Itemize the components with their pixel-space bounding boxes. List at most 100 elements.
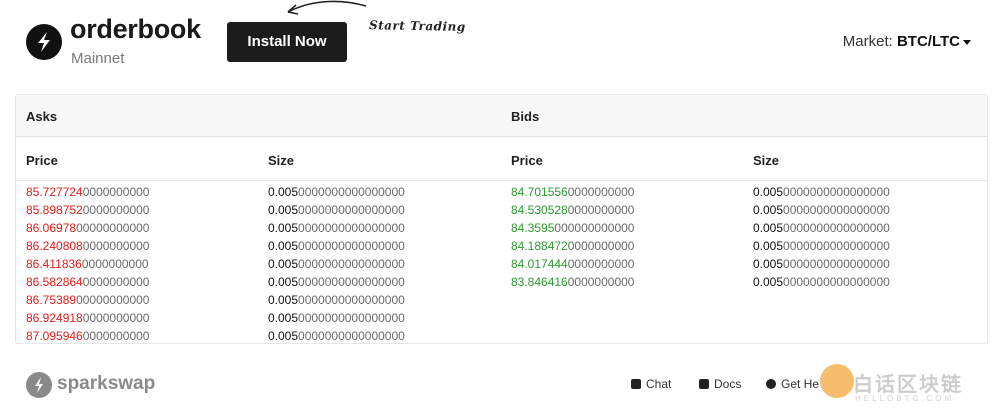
document-icon <box>699 379 709 389</box>
bid-price-trailing-zeros: 0000000000 <box>567 203 635 217</box>
bid-price-cell: 83.8464160000000000 <box>511 273 634 291</box>
ask-price-value: 86.582864 <box>26 275 83 289</box>
footer-docs-label: Docs <box>714 377 742 391</box>
network-label: Mainnet <box>71 50 125 67</box>
start-trading-annotation: Start Trading <box>368 18 466 34</box>
bid-price-value: 84.3595 <box>511 221 555 235</box>
bid-price-trailing-zeros: 0000000000 <box>567 275 635 289</box>
ask-price-trailing-zeros: 0000000000 <box>82 239 150 253</box>
ask-size-cell: 0.0050000000000000000 <box>268 237 405 255</box>
ask-price-cell: 86.0697800000000000 <box>26 219 149 237</box>
ask-size-value: 0.005 <box>268 257 299 271</box>
ask-price-cell: 86.5828640000000000 <box>26 273 149 291</box>
watermark-logo-icon <box>820 364 854 398</box>
sparkswap-logo-icon <box>26 372 52 398</box>
ask-price-trailing-zeros: 00000000000 <box>76 221 150 235</box>
ask-size-trailing-zeros: 0000000000000000 <box>298 311 405 325</box>
help-icon <box>766 379 776 389</box>
bid-size-cell: 0.0050000000000000000 <box>753 273 890 291</box>
footer-help-label: Get He <box>781 377 820 391</box>
ask-size-value: 0.005 <box>268 239 299 253</box>
ask-price-trailing-zeros: 0000000000 <box>82 203 150 217</box>
ask-size-trailing-zeros: 0000000000000000 <box>298 257 405 271</box>
orderbook-logo-icon <box>26 24 62 60</box>
market-pair: BTC/LTC <box>896 33 960 50</box>
bid-size-value: 0.005 <box>753 221 784 235</box>
bid-price-cell: 84.0174440000000000 <box>511 255 634 273</box>
asks-price-header: Price <box>26 153 58 168</box>
watermark: 白话区块链 HELLOBTC.COM <box>815 360 1003 413</box>
bid-price-cell: 84.7015560000000000 <box>511 183 634 201</box>
ask-price-cell: 86.9249180000000000 <box>26 309 149 327</box>
footer-chat-label: Chat <box>646 377 672 391</box>
bid-size-trailing-zeros: 0000000000000000 <box>783 185 890 199</box>
asks-size-header: Size <box>268 153 295 168</box>
bid-price-cell: 84.1884720000000000 <box>511 237 634 255</box>
bid-price-value: 84.701556 <box>511 185 568 199</box>
bid-size-trailing-zeros: 0000000000000000 <box>783 257 890 271</box>
ask-size-cell: 0.0050000000000000000 <box>268 219 405 237</box>
ask-price-cell: 87.0959460000000000 <box>26 327 149 345</box>
ask-price-trailing-zeros: 0000000000 <box>82 329 150 343</box>
asks-price-column: 85.7277240000000000 85.8987520000000000 86… <box>26 183 149 345</box>
ask-price-trailing-zeros: 00000000000 <box>76 293 150 307</box>
ask-price-value: 85.727724 <box>26 185 83 199</box>
watermark-subtext: HELLOBTC.COM <box>855 394 955 403</box>
ask-size-cell: 0.0050000000000000000 <box>268 309 405 327</box>
ask-size-cell: 0.0050000000000000000 <box>268 291 405 309</box>
header: orderbook Mainnet Install Now Start Trad… <box>0 0 1003 80</box>
bid-size-trailing-zeros: 0000000000000000 <box>783 239 890 253</box>
ask-price-value: 86.411836 <box>26 257 82 271</box>
ask-size-trailing-zeros: 0000000000000000 <box>298 203 405 217</box>
ask-price-cell: 86.2408080000000000 <box>26 237 149 255</box>
ask-size-trailing-zeros: 0000000000000000 <box>298 329 405 343</box>
ask-price-trailing-zeros: 0000000000 <box>81 257 149 271</box>
ask-price-cell: 85.7277240000000000 <box>26 183 149 201</box>
orderbook-side-header: Asks Bids <box>16 95 987 137</box>
watermark-text: 白话区块链 <box>853 374 963 396</box>
bid-size-trailing-zeros: 0000000000000000 <box>783 221 890 235</box>
ask-size-value: 0.005 <box>268 221 299 235</box>
footer-docs-link[interactable]: Docs <box>699 377 741 391</box>
orderbook-panel: Asks Bids Price Size Price Size 85.72772… <box>15 94 988 344</box>
orderbook-column-header: Price Size Price Size <box>16 138 987 181</box>
ask-price-value: 86.06978 <box>26 221 77 235</box>
ask-price-value: 86.75389 <box>26 293 77 307</box>
ask-size-cell: 0.0050000000000000000 <box>268 201 405 219</box>
ask-price-value: 87.095946 <box>26 329 83 343</box>
market-selector[interactable]: Market: BTC/LTC <box>843 33 971 50</box>
ask-size-trailing-zeros: 0000000000000000 <box>298 221 405 235</box>
ask-size-value: 0.005 <box>268 311 299 325</box>
bid-size-value: 0.005 <box>753 257 784 271</box>
bid-size-cell: 0.0050000000000000000 <box>753 237 890 255</box>
bid-price-value: 84.530528 <box>511 203 568 217</box>
bid-price-trailing-zeros: 000000000000 <box>554 221 635 235</box>
ask-price-value: 85.898752 <box>26 203 83 217</box>
bid-size-cell: 0.0050000000000000000 <box>753 201 890 219</box>
bid-price-trailing-zeros: 0000000000 <box>567 239 635 253</box>
chat-icon <box>631 379 641 389</box>
footer-help-link[interactable]: Get He <box>766 377 819 391</box>
ask-price-value: 86.240808 <box>26 239 83 253</box>
install-now-button[interactable]: Install Now <box>227 22 347 62</box>
bid-size-trailing-zeros: 0000000000000000 <box>783 275 890 289</box>
sparkswap-brand: sparkswap <box>57 373 156 394</box>
bids-price-column: 84.7015560000000000 84.5305280000000000 84… <box>511 183 634 291</box>
footer-chat-link[interactable]: Chat <box>631 377 671 391</box>
bid-price-trailing-zeros: 0000000000 <box>567 185 635 199</box>
caret-down-icon <box>963 39 971 45</box>
ask-size-value: 0.005 <box>268 185 299 199</box>
ask-price-trailing-zeros: 0000000000 <box>82 275 150 289</box>
ask-size-cell: 0.0050000000000000000 <box>268 327 405 345</box>
footer: sparkswap Chat Docs Get He 白话区块链 HELLOBT… <box>0 360 1003 413</box>
bids-title: Bids <box>511 109 540 124</box>
market-label: Market: <box>842 33 893 50</box>
ask-price-cell: 86.4118360000000000 <box>26 255 149 273</box>
ask-price-value: 86.924918 <box>26 311 83 325</box>
bid-price-value: 83.846416 <box>511 275 568 289</box>
ask-size-cell: 0.0050000000000000000 <box>268 273 405 291</box>
ask-size-trailing-zeros: 0000000000000000 <box>298 239 405 253</box>
ask-size-value: 0.005 <box>268 275 299 289</box>
asks-size-column: 0.0050000000000000000 0.00500000000000000… <box>268 183 405 345</box>
bids-price-header: Price <box>511 153 543 168</box>
